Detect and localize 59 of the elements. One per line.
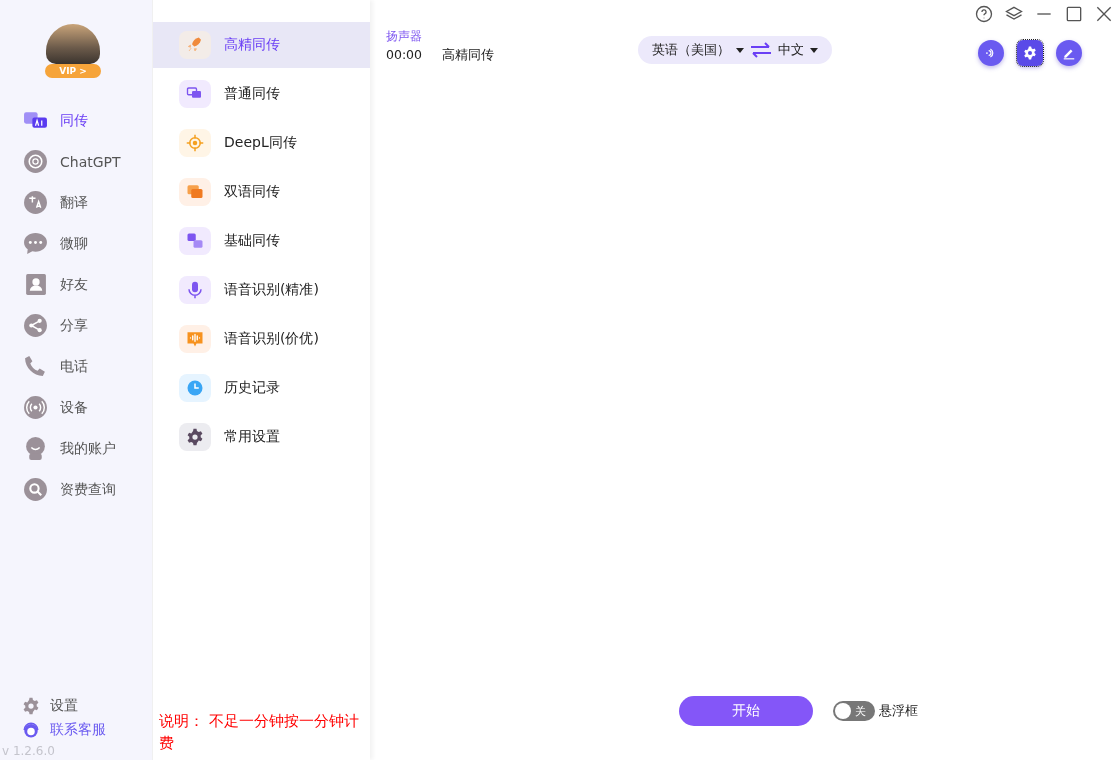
translate-bubbles-icon bbox=[179, 227, 211, 255]
microphone-icon bbox=[179, 276, 211, 304]
caret-icon bbox=[736, 47, 744, 53]
nav-item[interactable]: ChatGPT bbox=[0, 141, 152, 182]
audio-wave-icon bbox=[179, 325, 211, 353]
search-icon bbox=[23, 477, 48, 502]
mode-item[interactable]: 历史记录 bbox=[153, 365, 370, 411]
gear-icon bbox=[179, 423, 211, 451]
swap-arrows-icon[interactable] bbox=[750, 42, 772, 58]
mode-item[interactable]: 基础同传 bbox=[153, 218, 370, 264]
nav-item[interactable]: 同传 bbox=[0, 100, 152, 141]
start-button[interactable]: 开始 bbox=[679, 696, 813, 726]
maximize-icon[interactable] bbox=[1064, 4, 1084, 24]
mode-item[interactable]: 常用设置 bbox=[153, 414, 370, 460]
mode-item[interactable]: 高精同传 bbox=[153, 22, 370, 68]
gear-icon bbox=[1023, 46, 1037, 60]
help-icon[interactable] bbox=[974, 4, 994, 24]
mode-item[interactable]: DeepL同传 bbox=[153, 120, 370, 166]
mode-item[interactable]: 语音识别(精准) bbox=[153, 267, 370, 313]
billing-note: 说明： 不足一分钟按一分钟计费 bbox=[158, 711, 360, 754]
phone-icon bbox=[23, 354, 48, 379]
clock-icon bbox=[179, 374, 211, 402]
broadcast-icon bbox=[23, 395, 48, 420]
audio-source-label: 扬声器 bbox=[386, 28, 423, 45]
mode-item[interactable]: 双语同传 bbox=[153, 169, 370, 215]
elapsed-time: 00:00 bbox=[386, 47, 423, 64]
floating-window-toggle[interactable]: 关 bbox=[833, 701, 875, 721]
avatar-photo-placeholder[interactable] bbox=[46, 24, 100, 64]
mode-label: 高精同传 bbox=[442, 47, 495, 64]
nav-item[interactable]: 设备 bbox=[0, 387, 152, 428]
gear-icon bbox=[22, 697, 40, 715]
audio-output-button[interactable] bbox=[978, 40, 1004, 66]
contact-card-icon bbox=[23, 272, 48, 297]
edit-button[interactable] bbox=[1056, 40, 1082, 66]
chat-bubble-icon bbox=[23, 231, 48, 256]
support-link[interactable]: 联系客服 bbox=[22, 718, 152, 742]
chat-windows-icon bbox=[179, 178, 211, 206]
caret-icon bbox=[810, 47, 818, 53]
translate-icon bbox=[23, 190, 48, 215]
source-language-dropdown[interactable]: 英语（美国） bbox=[652, 41, 744, 59]
close-icon[interactable] bbox=[1094, 4, 1114, 24]
crosshair-icon bbox=[179, 129, 211, 157]
smiley-user-icon bbox=[23, 436, 48, 461]
nav-item[interactable]: 好友 bbox=[0, 264, 152, 305]
nav-item[interactable]: 资费查询 bbox=[0, 469, 152, 510]
floating-window-label: 悬浮框 bbox=[879, 702, 918, 720]
share-icon bbox=[23, 313, 48, 338]
mode-item[interactable]: 普通同传 bbox=[153, 71, 370, 117]
screen-ai-icon bbox=[179, 80, 211, 108]
nav-item[interactable]: 我的账户 bbox=[0, 428, 152, 469]
rocket-icon bbox=[179, 31, 211, 59]
settings-button[interactable] bbox=[1017, 40, 1043, 66]
settings-link[interactable]: 设置 bbox=[22, 694, 152, 718]
target-language-dropdown[interactable]: 中文 bbox=[778, 41, 818, 59]
mode-item[interactable]: 语音识别(价优) bbox=[153, 316, 370, 362]
nav-item[interactable]: 翻译 bbox=[0, 182, 152, 223]
nav-item[interactable]: 微聊 bbox=[0, 223, 152, 264]
nav-item[interactable]: 电话 bbox=[0, 346, 152, 387]
nav-item[interactable]: 分享 bbox=[0, 305, 152, 346]
